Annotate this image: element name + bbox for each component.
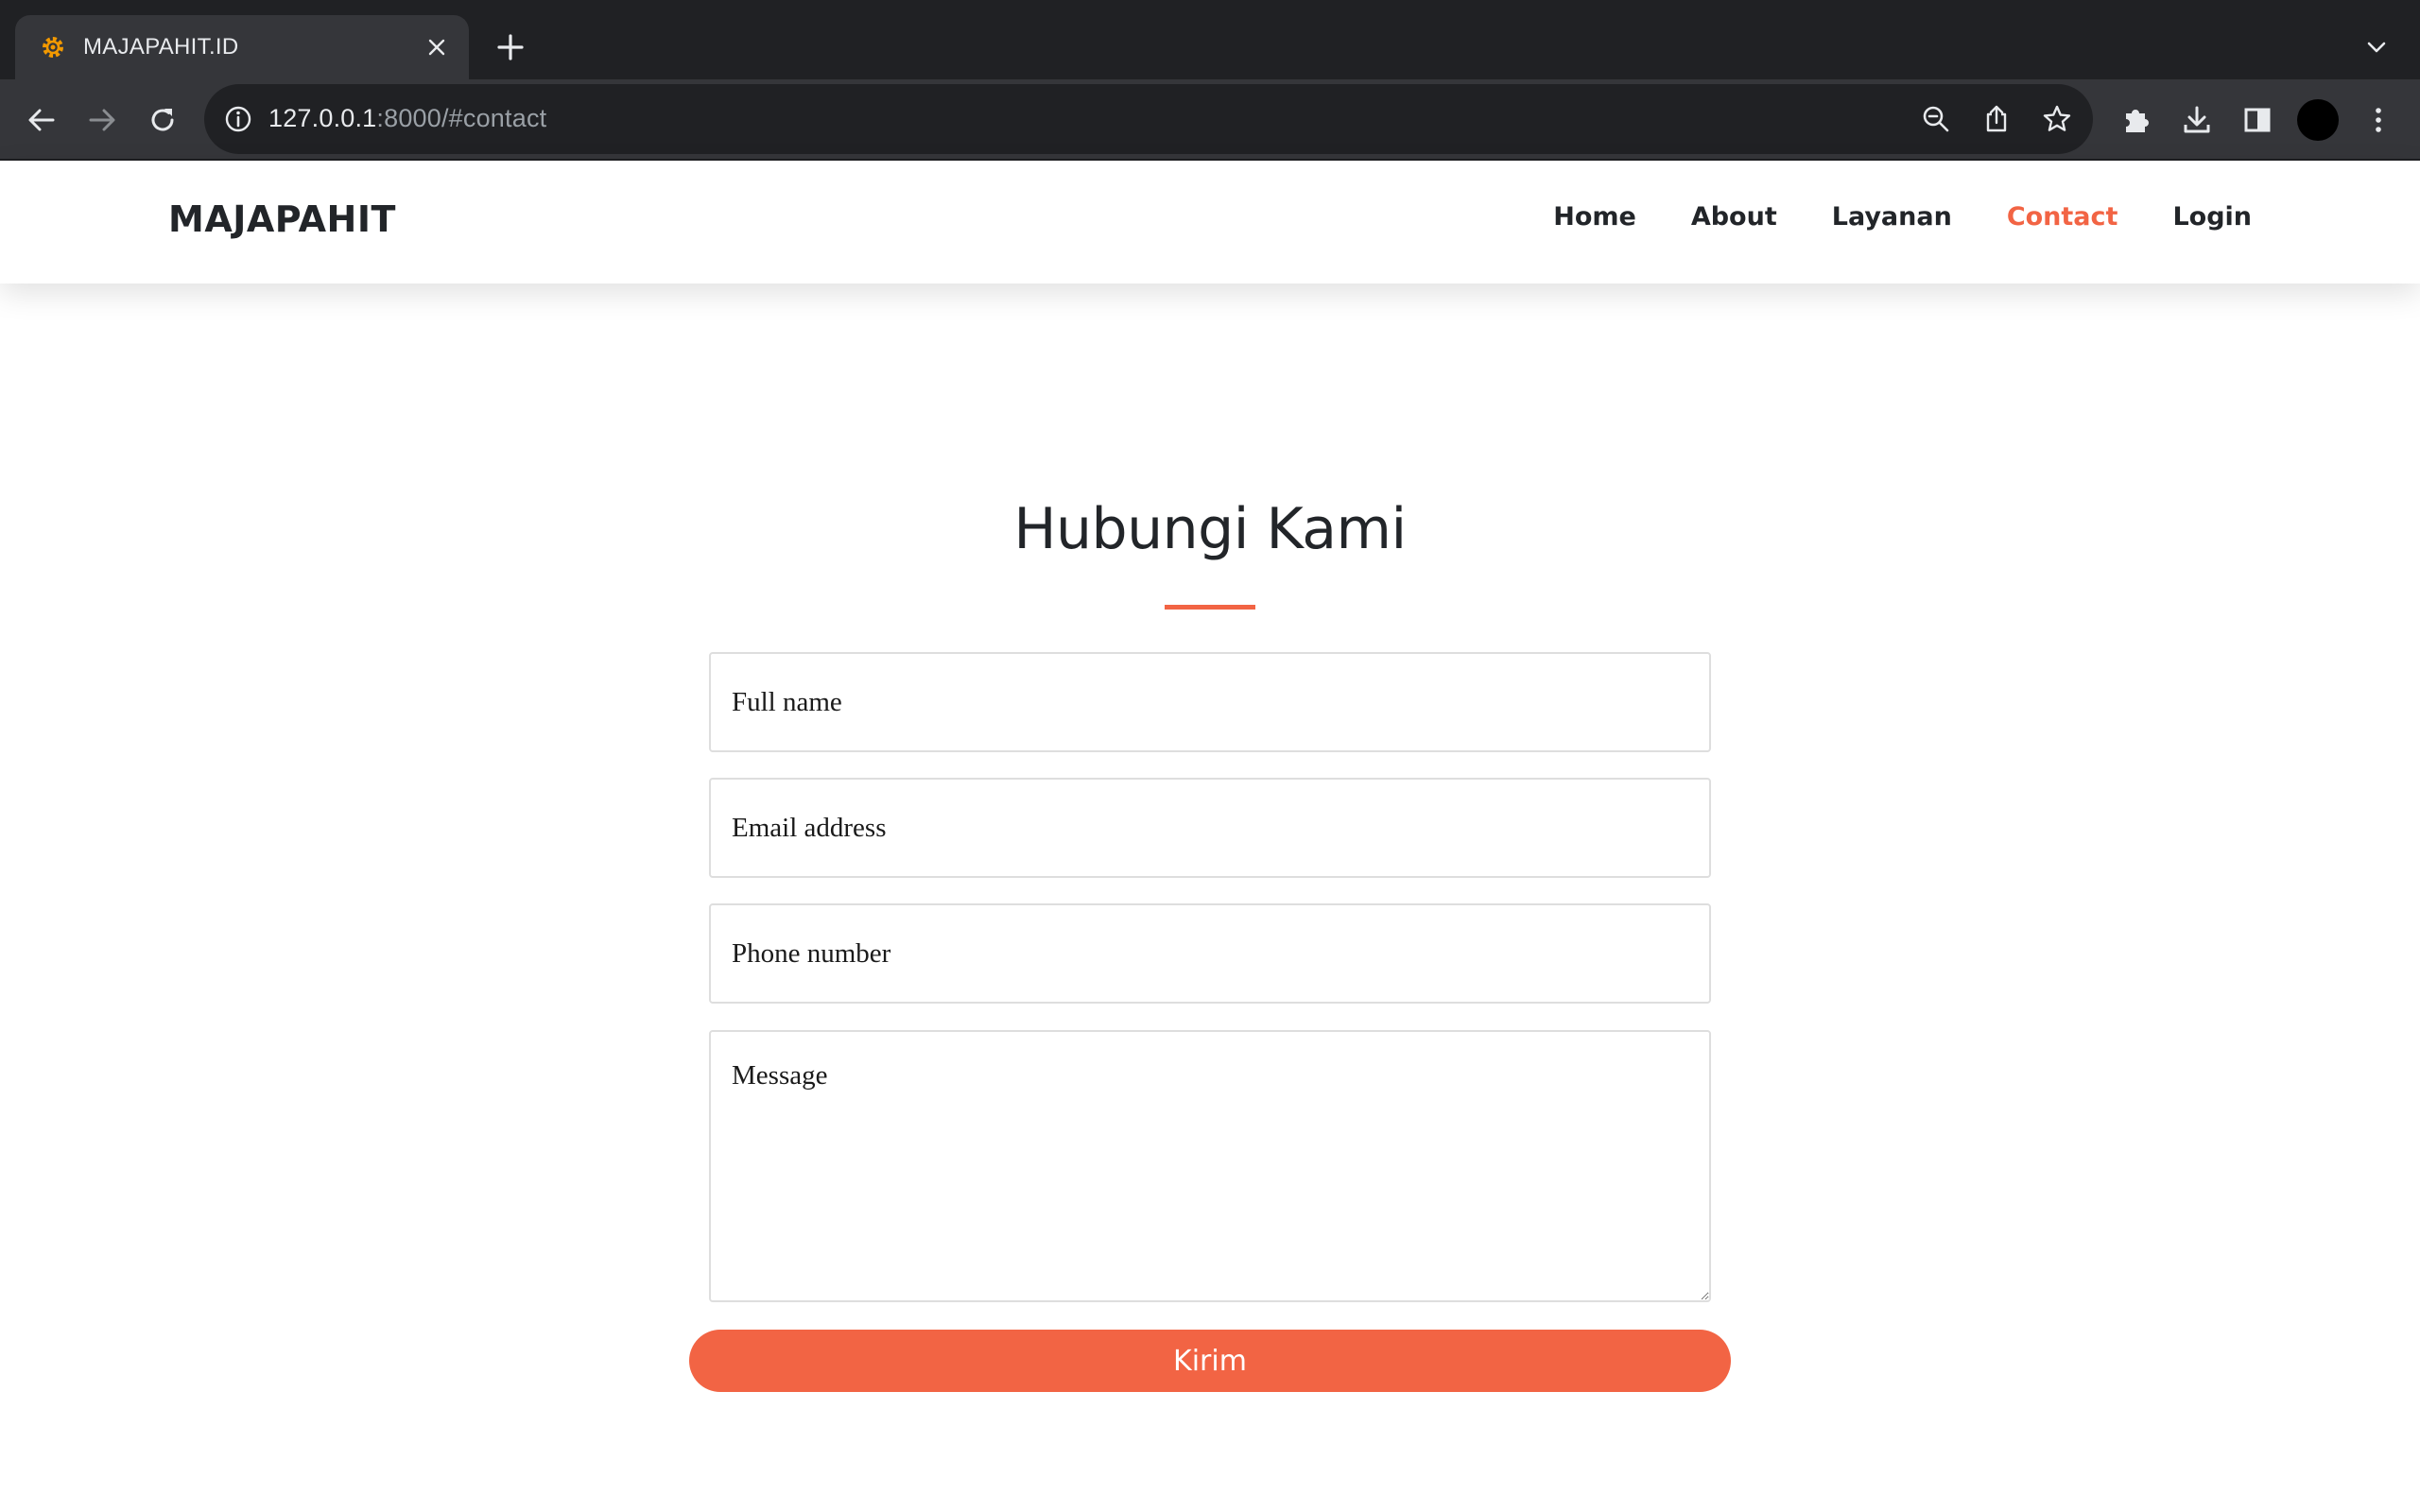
close-tab-icon[interactable] [422, 32, 452, 62]
nav-link-contact[interactable]: Contact [2007, 202, 2118, 232]
url-path: :8000/#contact [376, 104, 547, 132]
site-nav-menu: Home About Layanan Contact Login [1553, 202, 2252, 232]
site-info-icon[interactable] [223, 104, 253, 134]
bookmark-star-icon[interactable] [2040, 102, 2074, 136]
site-brand-logo[interactable]: MAJAPAHIT [168, 198, 396, 240]
reload-icon[interactable] [142, 99, 183, 141]
nav-link-layanan[interactable]: Layanan [1832, 202, 1952, 232]
chevron-down-icon[interactable] [2361, 32, 2392, 62]
email-address-input[interactable] [709, 778, 1711, 878]
browser-tab[interactable]: MAJAPAHIT.ID [15, 15, 469, 79]
site-navbar: MAJAPAHIT Home About Layanan Contact Log… [0, 161, 2420, 284]
back-arrow-icon[interactable] [21, 99, 62, 141]
forward-arrow-icon[interactable] [81, 99, 123, 141]
tab-title: MAJAPAHIT.ID [83, 34, 239, 60]
browser-tabstrip: MAJAPAHIT.ID [0, 0, 2420, 79]
url-host: 127.0.0.1 [268, 104, 377, 132]
address-bar[interactable]: 127.0.0.1:8000/#contact [204, 84, 2093, 154]
kebab-menu-icon[interactable] [2358, 99, 2399, 141]
side-panel-icon[interactable] [2237, 99, 2278, 141]
heading-accent-divider [1165, 605, 1255, 610]
full-name-input[interactable] [709, 652, 1711, 752]
message-textarea[interactable] [709, 1030, 1711, 1302]
profile-avatar[interactable] [2297, 99, 2339, 141]
page-content: MAJAPAHIT Home About Layanan Contact Log… [0, 161, 2420, 1512]
share-icon[interactable] [1979, 102, 2014, 136]
nav-link-login[interactable]: Login [2172, 202, 2252, 232]
phone-number-input[interactable] [709, 903, 1711, 1004]
gear-favicon-icon [38, 32, 68, 62]
contact-heading: Hubungi Kami [1013, 496, 1407, 562]
browser-toolbar: 127.0.0.1:8000/#contact [0, 79, 2420, 161]
download-icon[interactable] [2176, 99, 2218, 141]
url-text: 127.0.0.1:8000/#contact [268, 104, 546, 133]
nav-link-home[interactable]: Home [1553, 202, 1636, 232]
zoom-out-icon[interactable] [1919, 102, 1953, 136]
kirim-submit-button[interactable]: Kirim [689, 1330, 1731, 1392]
new-tab-icon[interactable] [493, 30, 527, 64]
nav-link-about[interactable]: About [1691, 202, 1777, 232]
extensions-puzzle-icon[interactable] [2116, 99, 2157, 141]
